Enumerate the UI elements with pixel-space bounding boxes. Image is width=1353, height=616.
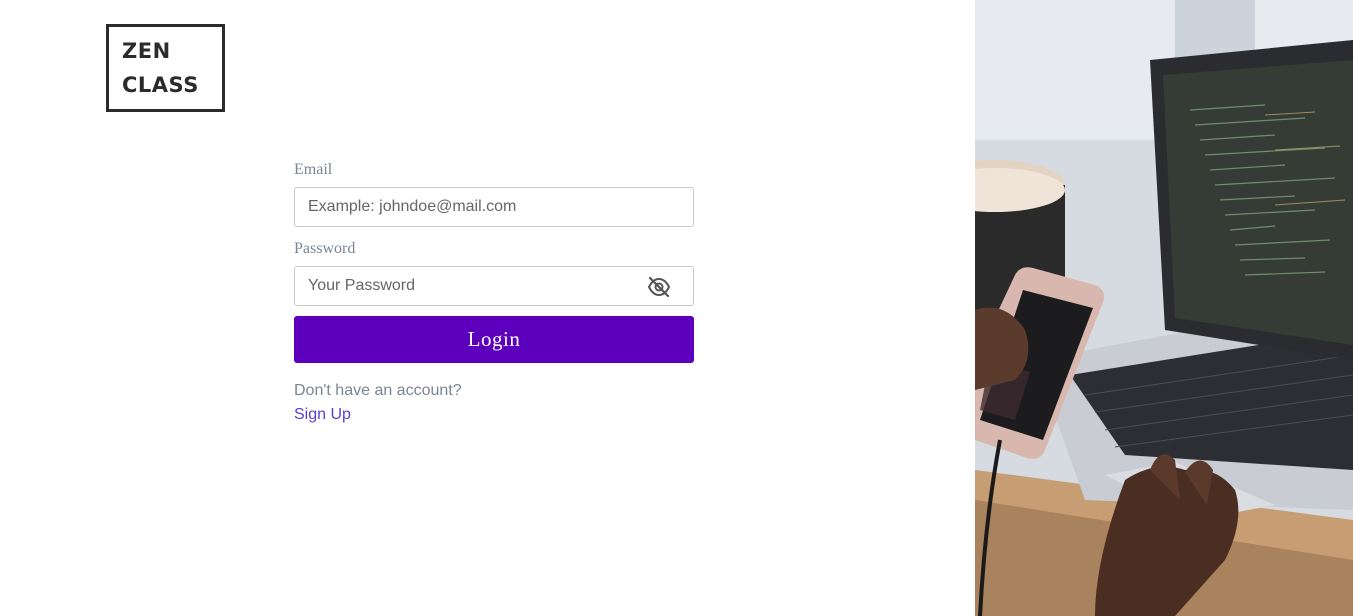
hero-photo-laptop-phone: [975, 0, 1353, 616]
login-form: Email Password Login Don't have an accou…: [294, 160, 694, 425]
password-field-wrapper: [294, 266, 694, 306]
email-label: Email: [294, 161, 333, 178]
signup-prompt: Don't have an account?: [294, 382, 462, 399]
hero-photo: [975, 0, 1353, 616]
login-button[interactable]: Login: [294, 316, 694, 363]
signup-link[interactable]: Sign Up: [294, 405, 351, 425]
email-field-wrapper: [294, 187, 694, 227]
password-label: Password: [294, 240, 356, 257]
logo-line-2: CLASS: [122, 73, 199, 97]
zen-class-logo[interactable]: ZEN CLASS: [106, 24, 225, 112]
login-page: ZEN CLASS Email Password Login: [0, 0, 1353, 616]
email-field[interactable]: [295, 188, 693, 226]
login-panel: ZEN CLASS Email Password Login: [0, 0, 975, 616]
password-field[interactable]: [295, 267, 693, 305]
eye-off-icon[interactable]: [647, 276, 671, 298]
logo-line-1: ZEN: [122, 39, 171, 63]
